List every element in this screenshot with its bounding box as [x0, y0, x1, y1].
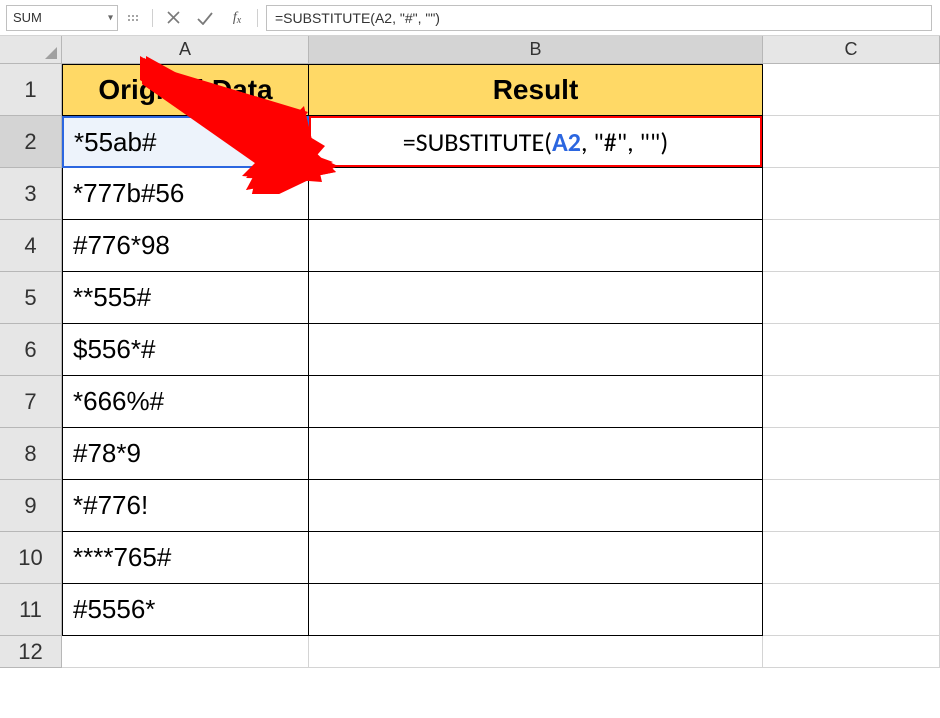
row-header-12[interactable]: 12 — [0, 636, 62, 668]
column-headers: A B C — [0, 36, 940, 64]
row-1: 1 Original Data Result — [0, 64, 940, 116]
cell-B3[interactable] — [309, 168, 763, 220]
cell-B6[interactable] — [309, 324, 763, 376]
cell-C5[interactable] — [763, 272, 940, 324]
cell-C10[interactable] — [763, 532, 940, 584]
formula-bar-input[interactable]: =SUBSTITUTE(A2, "#", "") — [266, 5, 932, 31]
row-header-5[interactable]: 5 — [0, 272, 62, 324]
cell-C6[interactable] — [763, 324, 940, 376]
cell-A4[interactable]: #776*98 — [62, 220, 309, 272]
formula-bar-row: SUM ▾ fx =SUBSTITUTE(A2, "#", "") — [0, 0, 940, 36]
cell-B2[interactable]: =SUBSTITUTE(A2, "#", "") SUBSTITUTE(text… — [309, 116, 763, 168]
drag-handle-icon — [122, 15, 144, 21]
cell-B7[interactable] — [309, 376, 763, 428]
cell-B1[interactable]: Result — [309, 64, 763, 116]
cell-C3[interactable] — [763, 168, 940, 220]
row-header-2[interactable]: 2 — [0, 116, 62, 168]
cell-A1[interactable]: Original Data — [62, 64, 309, 116]
cell-C4[interactable] — [763, 220, 940, 272]
cell-B5[interactable] — [309, 272, 763, 324]
cell-A3[interactable]: *777b#56 — [62, 168, 309, 220]
cell-B4[interactable] — [309, 220, 763, 272]
cell-B2-formula: =SUBSTITUTE(A2, "#", "") — [403, 126, 669, 158]
cell-B11[interactable] — [309, 584, 763, 636]
cell-A9[interactable]: *#776! — [62, 480, 309, 532]
cell-A10[interactable]: ****765# — [62, 532, 309, 584]
cell-A6[interactable]: $556*# — [62, 324, 309, 376]
row-10: 10 ****765# — [0, 532, 940, 584]
cell-C7[interactable] — [763, 376, 940, 428]
cell-B10[interactable] — [309, 532, 763, 584]
row-12: 12 — [0, 636, 940, 668]
cell-B8[interactable] — [309, 428, 763, 480]
cell-A5[interactable]: **555# — [62, 272, 309, 324]
row-9: 9 *#776! — [0, 480, 940, 532]
row-4: 4 #776*98 — [0, 220, 940, 272]
row-header-6[interactable]: 6 — [0, 324, 62, 376]
cell-C1[interactable] — [763, 64, 940, 116]
enter-icon[interactable] — [189, 5, 221, 31]
chevron-down-icon[interactable]: ▾ — [108, 12, 113, 23]
cell-C8[interactable] — [763, 428, 940, 480]
row-8: 8 #78*9 — [0, 428, 940, 480]
formula-bar-controls: fx — [157, 5, 253, 31]
cell-C12[interactable] — [763, 636, 940, 668]
column-header-C[interactable]: C — [763, 36, 940, 64]
row-header-9[interactable]: 9 — [0, 480, 62, 532]
cell-A7[interactable]: *666%# — [62, 376, 309, 428]
row-2: 2 *55ab# =SUBSTITUTE(A2, "#", "") SUBSTI… — [0, 116, 940, 168]
cell-B9[interactable] — [309, 480, 763, 532]
insert-function-icon[interactable]: fx — [221, 5, 253, 31]
cell-A11[interactable]: #5556* — [62, 584, 309, 636]
cell-A12[interactable] — [62, 636, 309, 668]
formula-bar-text: =SUBSTITUTE(A2, "#", "") — [275, 10, 440, 26]
row-header-11[interactable]: 11 — [0, 584, 62, 636]
row-header-8[interactable]: 8 — [0, 428, 62, 480]
column-header-A[interactable]: A — [62, 36, 309, 64]
separator — [152, 9, 153, 27]
row-header-10[interactable]: 10 — [0, 532, 62, 584]
spreadsheet-grid: A B C 1 Original Data Result 2 *55ab# =S… — [0, 36, 940, 668]
row-header-4[interactable]: 4 — [0, 220, 62, 272]
row-header-7[interactable]: 7 — [0, 376, 62, 428]
row-header-3[interactable]: 3 — [0, 168, 62, 220]
column-header-B[interactable]: B — [309, 36, 763, 64]
row-7: 7 *666%# — [0, 376, 940, 428]
cell-B12[interactable] — [309, 636, 763, 668]
cell-C9[interactable] — [763, 480, 940, 532]
separator — [257, 9, 258, 27]
cell-A8[interactable]: #78*9 — [62, 428, 309, 480]
row-header-1[interactable]: 1 — [0, 64, 62, 116]
row-5: 5 **555# — [0, 272, 940, 324]
row-6: 6 $556*# — [0, 324, 940, 376]
cell-C11[interactable] — [763, 584, 940, 636]
name-box[interactable]: SUM ▾ — [6, 5, 118, 31]
cell-A2[interactable]: *55ab# — [62, 116, 309, 168]
row-3: 3 *777b#56 — [0, 168, 940, 220]
select-all-corner[interactable] — [0, 36, 62, 64]
row-11: 11 #5556* — [0, 584, 940, 636]
cell-C2[interactable] — [763, 116, 940, 168]
cancel-icon[interactable] — [157, 5, 189, 31]
name-box-value: SUM — [13, 10, 42, 25]
